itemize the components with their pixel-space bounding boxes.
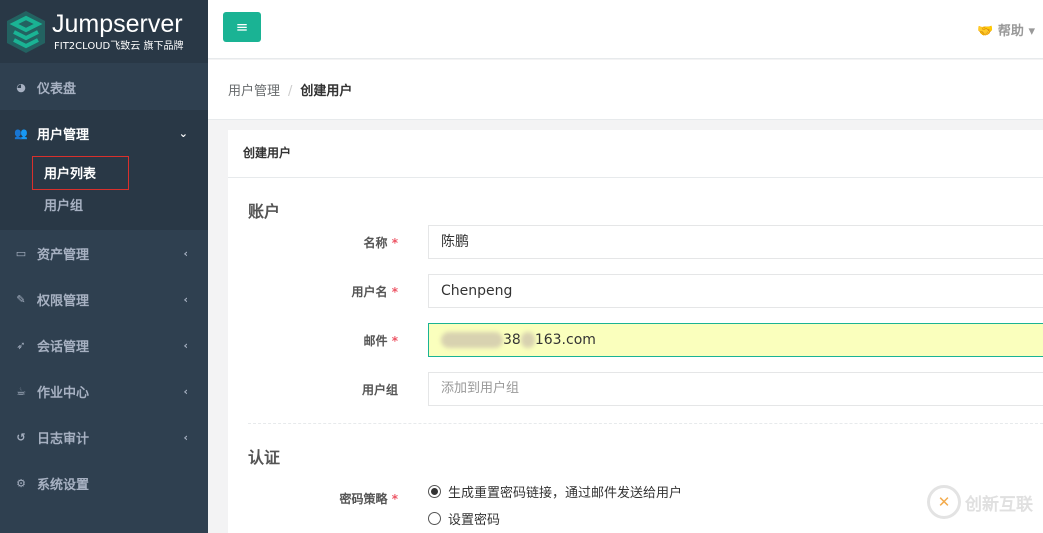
brand-name: Jumpserver — [52, 10, 183, 38]
rocket-icon: ➶ — [16, 338, 26, 352]
dashboard-icon: ◕ — [16, 80, 26, 94]
sidebar-item-label: 资产管理 — [37, 247, 90, 263]
sidebar-item-label: 用户组 — [44, 198, 84, 214]
name-label: 名称 * — [363, 236, 398, 250]
logo[interactable]: Jumpserver FIT2CLOUD飞致云 旗下品牌 — [0, 0, 208, 63]
sidebar-subitem-user-list[interactable]: 用户列表 — [0, 156, 208, 190]
chevron-down-icon: ⌄ — [178, 126, 188, 140]
sidebar-item-users[interactable]: 👥 用户管理 ⌄ — [0, 110, 208, 156]
sidebar-item-label: 系统设置 — [37, 477, 90, 493]
sidebar-item-label: 作业中心 — [37, 385, 90, 401]
sidebar: Jumpserver FIT2CLOUD飞致云 旗下品牌 ◕ 仪表盘 👥 用户管理 ⌄… — [0, 0, 208, 533]
section-account: 账户 — [248, 202, 281, 221]
chevron-left-icon: ‹ — [183, 292, 188, 306]
chevron-left-icon: ‹ — [183, 384, 188, 398]
breadcrumb-item[interactable]: 用户管理 — [228, 84, 280, 99]
breadcrumb: 用户管理 / 创建用户 — [208, 60, 1043, 120]
sidebar-item-jobs[interactable]: ☕ 作业中心 ‹ — [0, 368, 208, 414]
jumpserver-logo-icon — [7, 10, 45, 53]
radio-checked-icon — [428, 485, 441, 498]
edit-icon: ✎ — [16, 292, 26, 306]
create-user-panel: 创建用户 账户 名称 * 陈鹏 用户名 * Chenpeng 邮件 * 38 16… — [228, 130, 1043, 533]
sidebar-subitem-user-groups[interactable]: 用户组 — [0, 188, 208, 220]
group-select[interactable]: 添加到用户组 — [428, 372, 1043, 406]
sidebar-item-permissions[interactable]: ✎ 权限管理 ‹ — [0, 276, 208, 322]
top-bar: ≡ 🤝 帮助 ▾ — [208, 0, 1043, 59]
highlight-box — [32, 156, 129, 190]
email-label: 邮件 * — [363, 334, 398, 348]
menu-toggle-button[interactable]: ≡ — [223, 12, 261, 42]
hdd-icon: ▭ — [15, 246, 27, 260]
sidebar-item-label: 日志审计 — [37, 431, 90, 447]
name-input[interactable]: 陈鹏 — [428, 225, 1043, 259]
chevron-left-icon: ‹ — [183, 430, 188, 444]
username-row: 用户名 * Chenpeng — [228, 274, 1043, 308]
sidebar-item-label: 权限管理 — [37, 293, 90, 309]
sidebar-item-label: 仪表盘 — [37, 81, 77, 97]
password-policy-row: 密码策略 * 生成重置密码链接，通过邮件发送给用户 设置密码 — [228, 481, 1043, 528]
group-label: 用户组 — [361, 383, 398, 397]
name-row: 名称 * 陈鹏 — [228, 225, 1043, 259]
username-label: 用户名 * — [351, 285, 398, 299]
help-label: 帮助 — [997, 24, 1024, 39]
section-auth: 认证 — [248, 448, 281, 467]
radio-reset-link[interactable]: 生成重置密码链接，通过邮件发送给用户 — [428, 482, 682, 501]
brand-tagline: FIT2CLOUD飞致云 旗下品牌 — [54, 41, 184, 52]
divider — [248, 423, 1043, 424]
breadcrumb-current: 创建用户 — [300, 84, 353, 99]
panel-title: 创建用户 — [228, 130, 1043, 178]
coffee-icon: ☕ — [16, 384, 26, 398]
chevron-left-icon: ‹ — [183, 338, 188, 352]
history-icon: ↺ — [16, 430, 26, 444]
email-row: 邮件 * 38 163.com — [228, 323, 1043, 357]
watermark-logo-icon: ✕ — [927, 485, 961, 519]
sidebar-item-label: 用户管理 — [37, 127, 90, 143]
username-input[interactable]: Chenpeng — [428, 274, 1043, 308]
password-policy-label: 密码策略 * — [339, 492, 398, 506]
sidebar-item-settings[interactable]: ⚙ 系统设置 — [0, 460, 208, 506]
radio-unchecked-icon — [428, 512, 441, 525]
users-icon: 👥 — [14, 126, 28, 140]
sidebar-item-audit[interactable]: ↺ 日志审计 ‹ — [0, 414, 208, 460]
sidebar-item-dashboard[interactable]: ◕ 仪表盘 — [0, 64, 208, 110]
help-menu[interactable]: 🤝 帮助 ▾ — [977, 20, 1035, 39]
group-row: 用户组 添加到用户组 — [228, 372, 1043, 406]
gears-icon: ⚙ — [16, 476, 26, 490]
sidebar-item-label: 会话管理 — [37, 339, 90, 355]
sidebar-item-sessions[interactable]: ➶ 会话管理 ‹ — [0, 322, 208, 368]
chevron-left-icon: ‹ — [183, 246, 188, 260]
radio-set-password[interactable]: 设置密码 — [428, 509, 500, 528]
watermark: ✕ 创新互联 — [927, 485, 1033, 519]
handshake-icon: 🤝 — [977, 24, 998, 39]
sidebar-item-assets[interactable]: ▭ 资产管理 ‹ — [0, 230, 208, 276]
email-input[interactable]: 38 163.com — [428, 323, 1043, 357]
